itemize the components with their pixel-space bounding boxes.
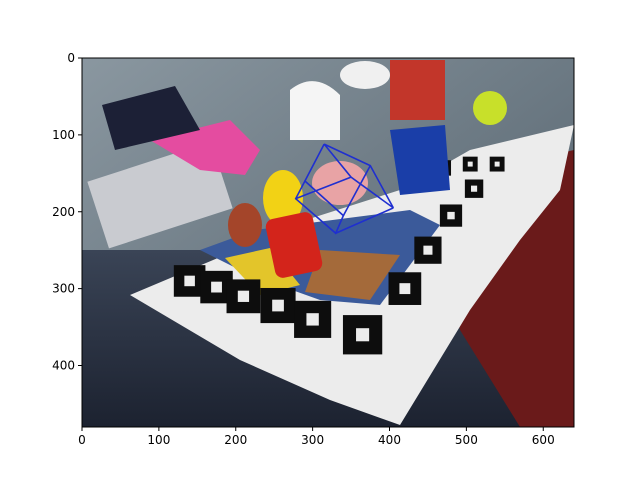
marker-glyph: [306, 313, 319, 326]
marker-glyph: [272, 299, 284, 312]
x-tick-label: 400: [378, 433, 401, 447]
white-bowl: [340, 61, 390, 89]
blue-mug: [390, 125, 450, 195]
marker-glyph: [494, 161, 500, 167]
y-tick-label: 300: [52, 282, 75, 296]
y-tick-label: 400: [52, 359, 75, 373]
x-tick-label: 0: [78, 433, 86, 447]
x-tick-label: 300: [301, 433, 324, 447]
x-tick-label: 100: [147, 433, 170, 447]
scene-image: [82, 58, 574, 427]
brown-figure: [228, 203, 262, 247]
y-axis: 0 100 200 300 400: [52, 51, 82, 373]
y-tick-label: 200: [52, 205, 75, 219]
marker-glyph: [211, 281, 222, 293]
white-basket: [290, 81, 340, 140]
marker-glyph: [447, 211, 455, 220]
marker-glyph: [356, 328, 370, 342]
y-tick-label: 0: [67, 51, 75, 65]
x-tick-label: 600: [532, 433, 555, 447]
tennis-ball: [473, 91, 507, 125]
marker-glyph: [184, 275, 195, 287]
marker-glyph: [399, 283, 411, 295]
figure: 0 100 200 300 400 500 600 0 100 200 300 400: [52, 51, 575, 447]
marker-glyph: [423, 245, 433, 255]
marker-glyph: [237, 290, 250, 302]
x-axis: 0 100 200 300 400 500 600: [78, 427, 555, 447]
marker-glyph: [467, 161, 473, 167]
x-tick-label: 200: [224, 433, 247, 447]
red-box: [390, 60, 445, 120]
x-tick-label: 500: [455, 433, 478, 447]
y-tick-label: 100: [52, 128, 75, 142]
marker-glyph: [470, 185, 478, 192]
